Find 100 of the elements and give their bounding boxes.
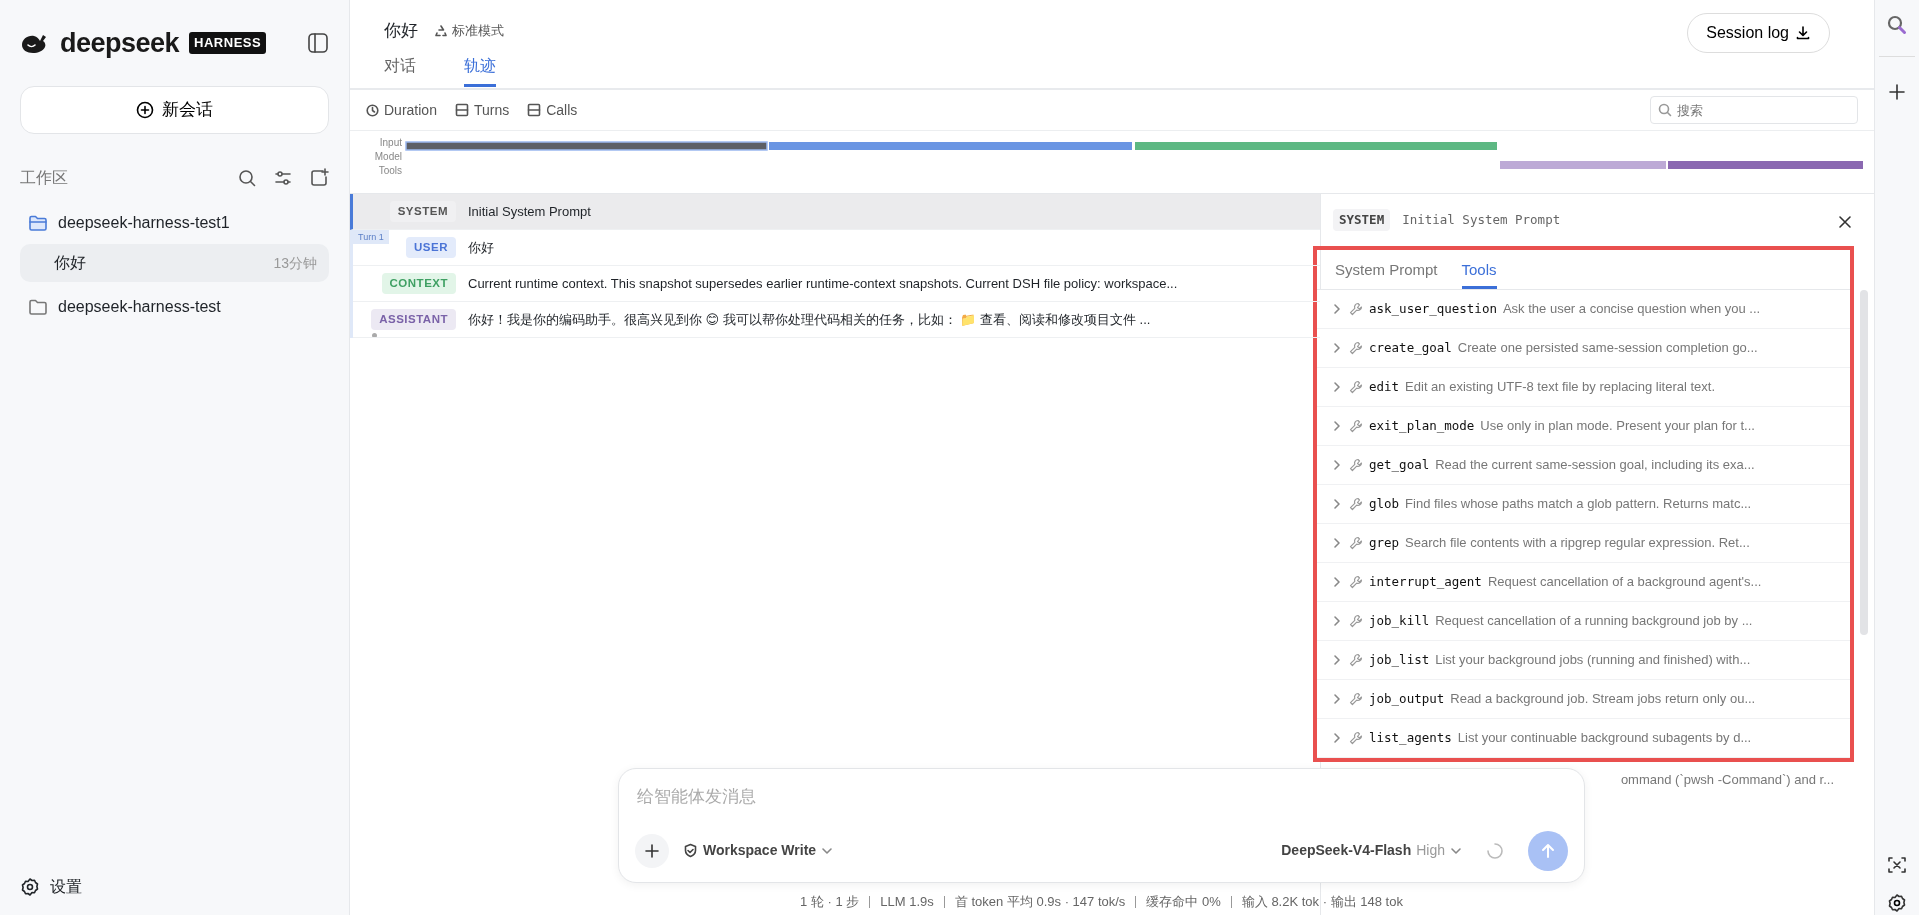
wrench-icon (1349, 536, 1363, 550)
lane-label: Model (374, 150, 402, 164)
chevron-icon (1331, 693, 1343, 705)
wrench-icon (1349, 731, 1363, 745)
conversation-title: 你好 (384, 20, 418, 42)
session-item[interactable]: 你好 13分钟 (20, 244, 329, 282)
close-icon (1838, 214, 1852, 229)
search-icon[interactable] (237, 168, 257, 188)
wrench-icon (1349, 653, 1363, 667)
gear-icon (20, 877, 40, 897)
search-field[interactable]: 搜索 (1650, 96, 1858, 124)
tool-row[interactable]: grep Search file contents with a ripgrep regular expression. Ret... (1317, 524, 1850, 563)
lane-label: Tools (378, 164, 402, 178)
panel-icon (307, 32, 329, 54)
tool-row[interactable]: ask_user_question Ask the user a concise question when you ... (1317, 290, 1850, 329)
attach-button[interactable] (635, 833, 669, 868)
status-text: 1 轮 · 1 步 (800, 893, 860, 911)
sidebar-toggle-button[interactable] (307, 32, 329, 54)
view-tab[interactable]: 对话 (384, 49, 416, 87)
role-tag: SYSTEM (1333, 208, 1391, 232)
wrench-icon (1349, 458, 1363, 472)
permission-dropdown[interactable]: Workspace Write (683, 840, 834, 861)
wrench-icon (1349, 380, 1363, 394)
role-tag: SYSTEM (389, 200, 456, 223)
status-text: 缓存命中 0% (1146, 893, 1221, 911)
message-row[interactable]: ASSISTANT 你好！我是你的编码助手。很高兴见到你 😊 我可以帮你处理代码相关的任务，比如： 📁 查看、阅读和修改项目文件 ... (353, 302, 1320, 338)
session-log-button[interactable]: Session log (1687, 13, 1830, 53)
chevron-icon (1331, 459, 1343, 471)
turn-tag: Turn 1 (353, 230, 389, 244)
tool-row[interactable]: job_kill Request cancellation of a running background job by ... (1317, 602, 1850, 641)
plus-icon[interactable] (1888, 83, 1906, 101)
scrollbar-thumb[interactable] (1860, 290, 1868, 635)
chevron-icon (1331, 654, 1343, 666)
chevron-icon (1331, 303, 1343, 315)
tool-row[interactable]: exit_plan_mode Use only in plan mode. Present your plan for t... (1317, 407, 1850, 446)
recycle-icon (434, 23, 448, 38)
search-icon[interactable] (1886, 14, 1908, 36)
message-row[interactable]: SYSTEM Initial System Prompt (350, 194, 1320, 230)
chevron-icon (1331, 381, 1343, 393)
wrench-icon (1349, 575, 1363, 589)
detail-title: Initial System Prompt (1402, 210, 1561, 229)
search-icon (1658, 103, 1672, 117)
view-option[interactable]: Turns (454, 99, 510, 121)
wrench-icon (1349, 419, 1363, 433)
role-tag: USER (406, 236, 456, 259)
tool-row[interactable]: glob Find files whose paths match a glob pattern. Returns matc... (1317, 485, 1850, 524)
message-row[interactable]: CONTEXT Current runtime context. This snapshot supersedes earlier runtime-context snapshots. Current DSH file policy: workspace... (353, 266, 1320, 302)
arrow-up-icon (1540, 842, 1556, 859)
lane-label: Input (379, 136, 402, 150)
plus-icon (645, 843, 659, 858)
model-dropdown[interactable]: DeepSeek-V4-Flash High (1281, 840, 1462, 861)
view-tab[interactable]: 轨迹 (464, 49, 496, 87)
chevron-icon (1331, 576, 1343, 588)
shield-icon (683, 843, 698, 858)
wrench-icon (1349, 302, 1363, 316)
plus-circle-icon (136, 101, 154, 119)
mode-label: 标准模式 (434, 21, 504, 41)
tool-row[interactable]: create_goal Create one persisted same-session completion go... (1317, 329, 1850, 368)
wrench-icon (1349, 341, 1363, 355)
spinner-icon (1486, 841, 1504, 860)
tool-row[interactable]: list_agents List your continuable background subagents by d... (1317, 719, 1850, 758)
settings-button[interactable]: 设置 (20, 859, 329, 915)
layout-icon (527, 103, 542, 117)
role-tag: ASSISTANT (371, 308, 456, 331)
tool-row[interactable]: job_list List your background jobs (running and finished) with... (1317, 641, 1850, 680)
new-folder-icon[interactable] (309, 168, 329, 188)
download-icon (1795, 25, 1811, 41)
gear-icon[interactable] (1887, 893, 1907, 913)
tool-description: ommand (`pwsh -Command`) and r... (1619, 771, 1835, 789)
layout-icon (454, 103, 469, 117)
workspace-item[interactable]: deepseek-harness-test (20, 286, 329, 328)
tool-row[interactable]: get_goal Read the current same-session goal, including its exa... (1317, 446, 1850, 485)
status-text: 首 token 平均 0.9s · 147 tok/s (954, 893, 1126, 911)
logo-badge: HARNESS (189, 32, 267, 54)
clock-icon (366, 103, 379, 117)
chevron-icon (1331, 498, 1343, 510)
sliders-icon[interactable] (273, 168, 293, 188)
chevron-icon (1331, 615, 1343, 627)
screenshot-icon[interactable] (1887, 855, 1907, 875)
wrench-icon (1349, 692, 1363, 706)
wrench-icon (1349, 614, 1363, 628)
tool-row[interactable]: job_output Read a background job. Stream jobs return only ou... (1317, 680, 1850, 719)
status-text: 输入 8.2K tok · 输出 148 tok (1241, 893, 1403, 911)
tool-row[interactable]: edit Edit an existing UTF-8 text file by replacing literal text. (1317, 368, 1850, 407)
chevron-icon (1331, 732, 1343, 744)
new-chat-button[interactable]: 新会话 (20, 86, 329, 134)
role-tag: CONTEXT (381, 272, 456, 295)
workspace-item[interactable]: deepseek-harness-test1 (20, 202, 329, 244)
chevron-icon (1331, 342, 1343, 354)
turn-dot (372, 333, 377, 338)
status-text: LLM 1.9s (880, 893, 934, 911)
detail-tab[interactable]: System Prompt (1335, 258, 1438, 289)
chevron-icon (1331, 537, 1343, 549)
view-option[interactable]: Calls (527, 99, 578, 121)
tool-row[interactable]: interrupt_agent Request cancellation of a background agent's... (1317, 563, 1850, 602)
view-option[interactable]: Duration (366, 99, 437, 121)
chevron-icon (1331, 420, 1343, 432)
logo-wordmark: deepseek (60, 26, 180, 60)
section-heading: 工作区 (20, 168, 68, 188)
wrench-icon (1349, 497, 1363, 511)
